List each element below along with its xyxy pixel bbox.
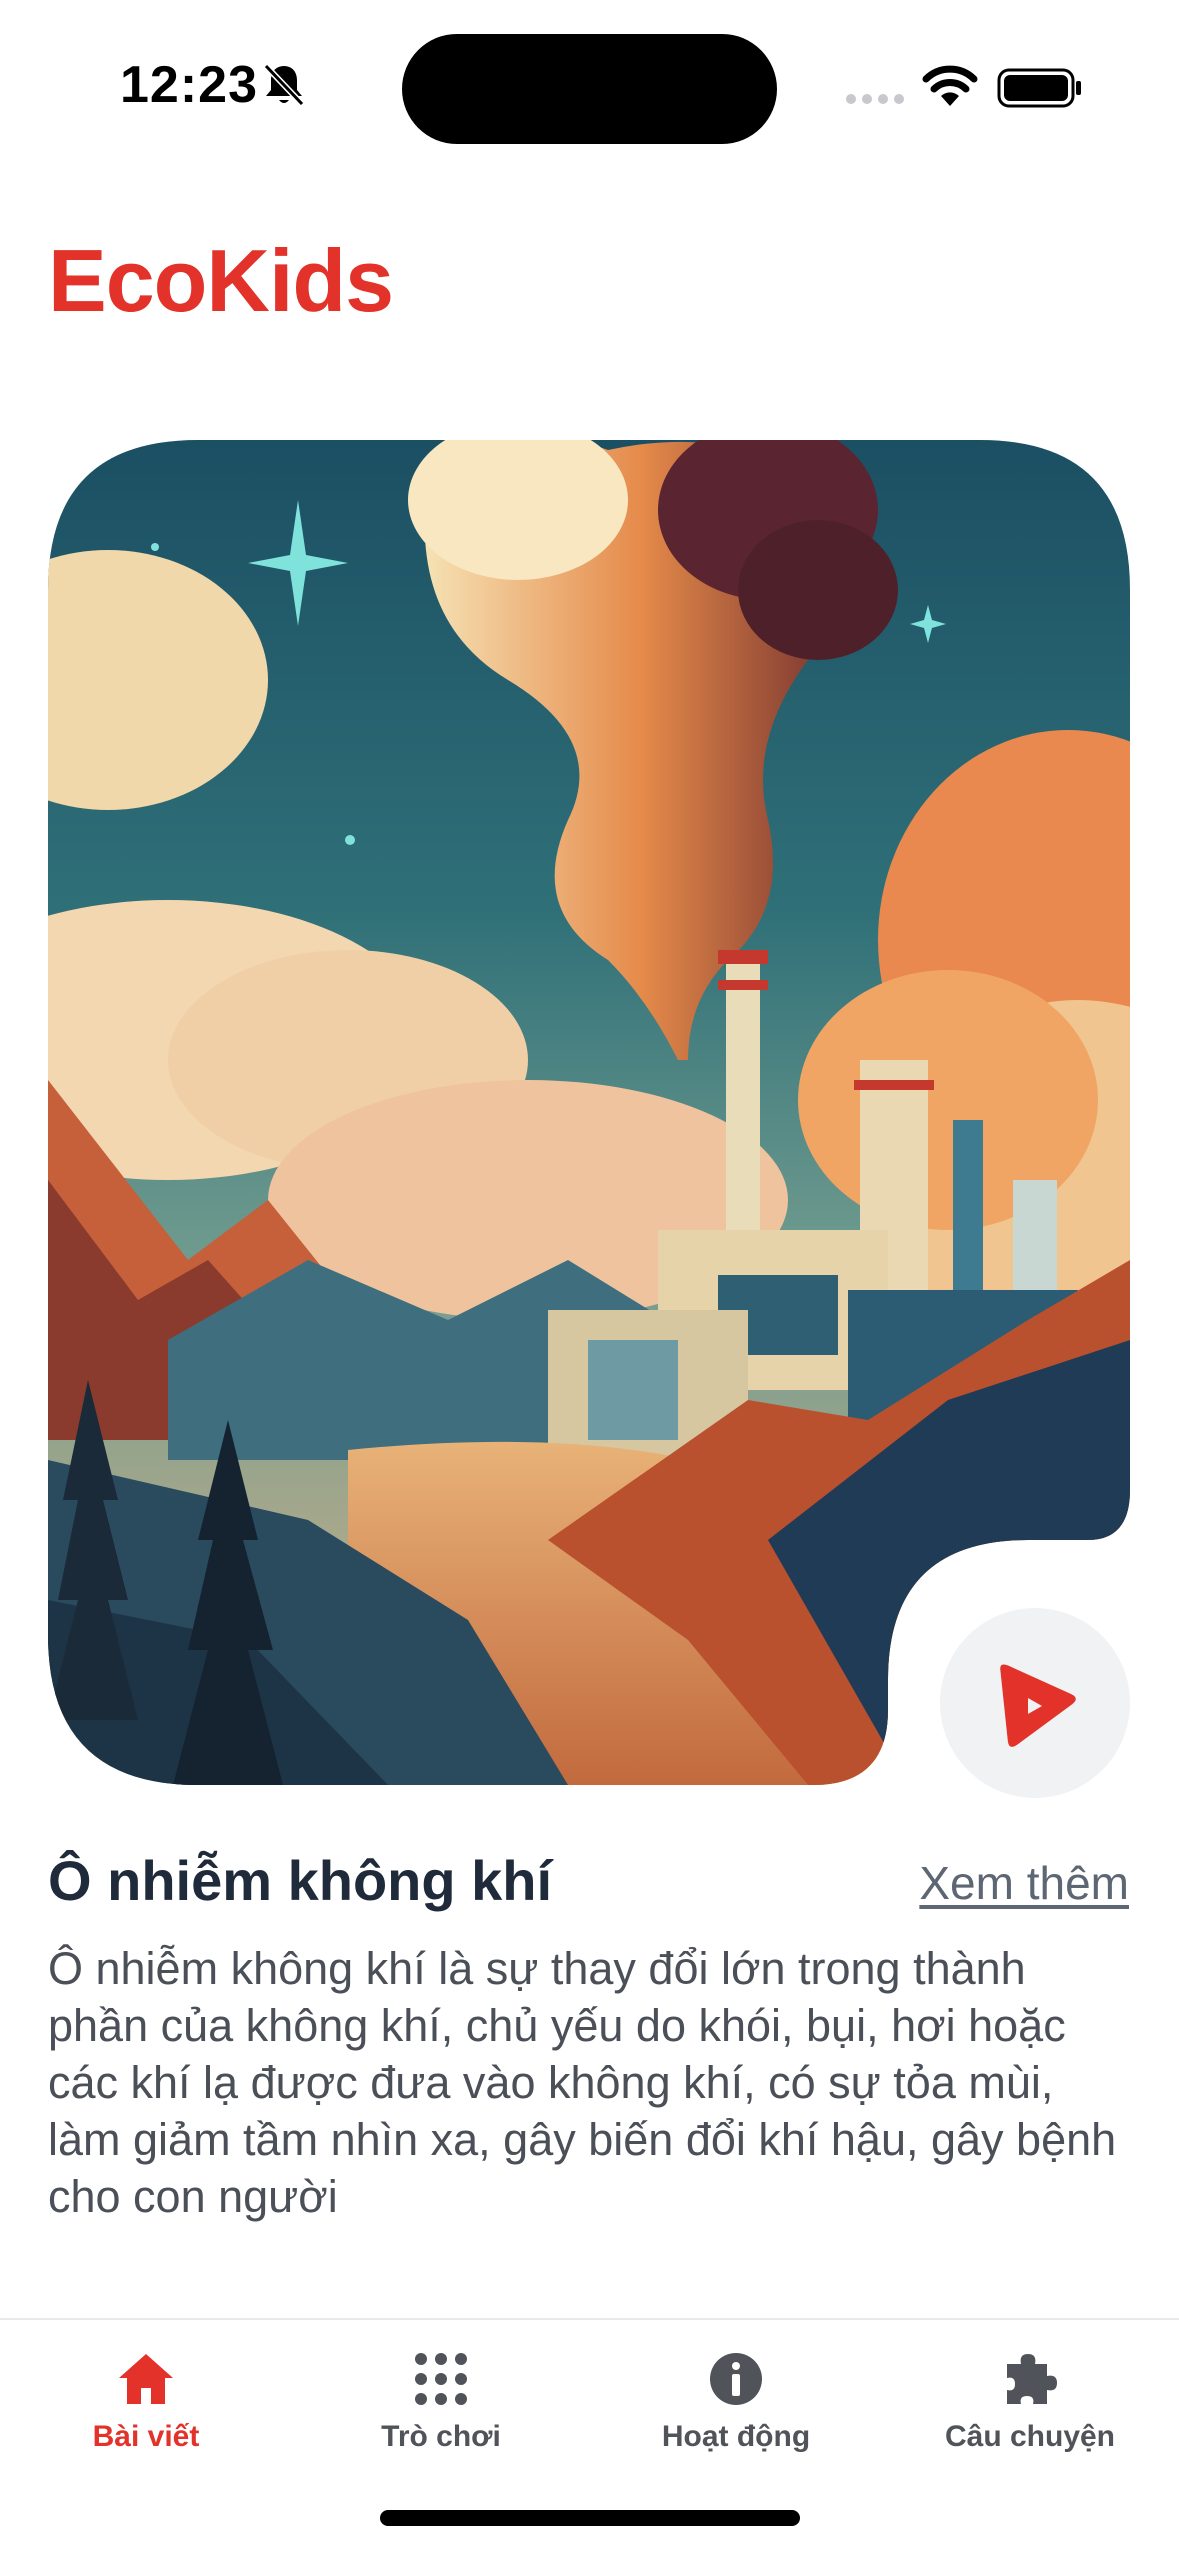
article-title: Ô nhiễm không khí [48,1849,553,1912]
tab-label: Trò chơi [381,2420,501,2453]
status-bar: 12:23 [0,0,1179,175]
status-time: 12:23 [120,56,258,114]
article-body: Ô nhiễm không khí là sự thay đổi lớn tro… [48,1943,1117,2222]
tab-hoat-dong[interactable]: Hoạt động [606,2350,866,2480]
app-title: EcoKids [48,231,394,330]
info-icon [710,2353,762,2405]
tab-tro-choi[interactable]: Trò chơi [311,2350,571,2480]
bell-slash-icon [263,63,305,107]
wifi-icon [922,65,978,106]
tab-bai-viet[interactable]: Bài viết [16,2350,276,2480]
tab-label: Câu chuyện [944,2420,1116,2453]
cellular-signal-icon [846,94,904,104]
tab-label: Bài viết [92,2420,200,2453]
see-more-link[interactable]: Xem thêm [919,1856,1129,1910]
screen: 12:23 EcoKids Ô nhiễm không khí Xem thêm… [0,0,1179,2556]
battery-icon [997,68,1081,108]
tab-cau-chuyen[interactable]: Câu chuyện [900,2350,1160,2480]
grid-dots-icon [415,2353,467,2405]
hero-image[interactable] [48,440,1130,1785]
home-indicator[interactable] [380,2510,800,2526]
puzzle-icon [1007,2354,1057,2404]
tab-label: Hoạt động [661,2420,811,2453]
home-icon [119,2354,173,2404]
play-icon [1000,1664,1076,1747]
play-button[interactable] [940,1608,1130,1798]
dynamic-island [402,34,777,144]
